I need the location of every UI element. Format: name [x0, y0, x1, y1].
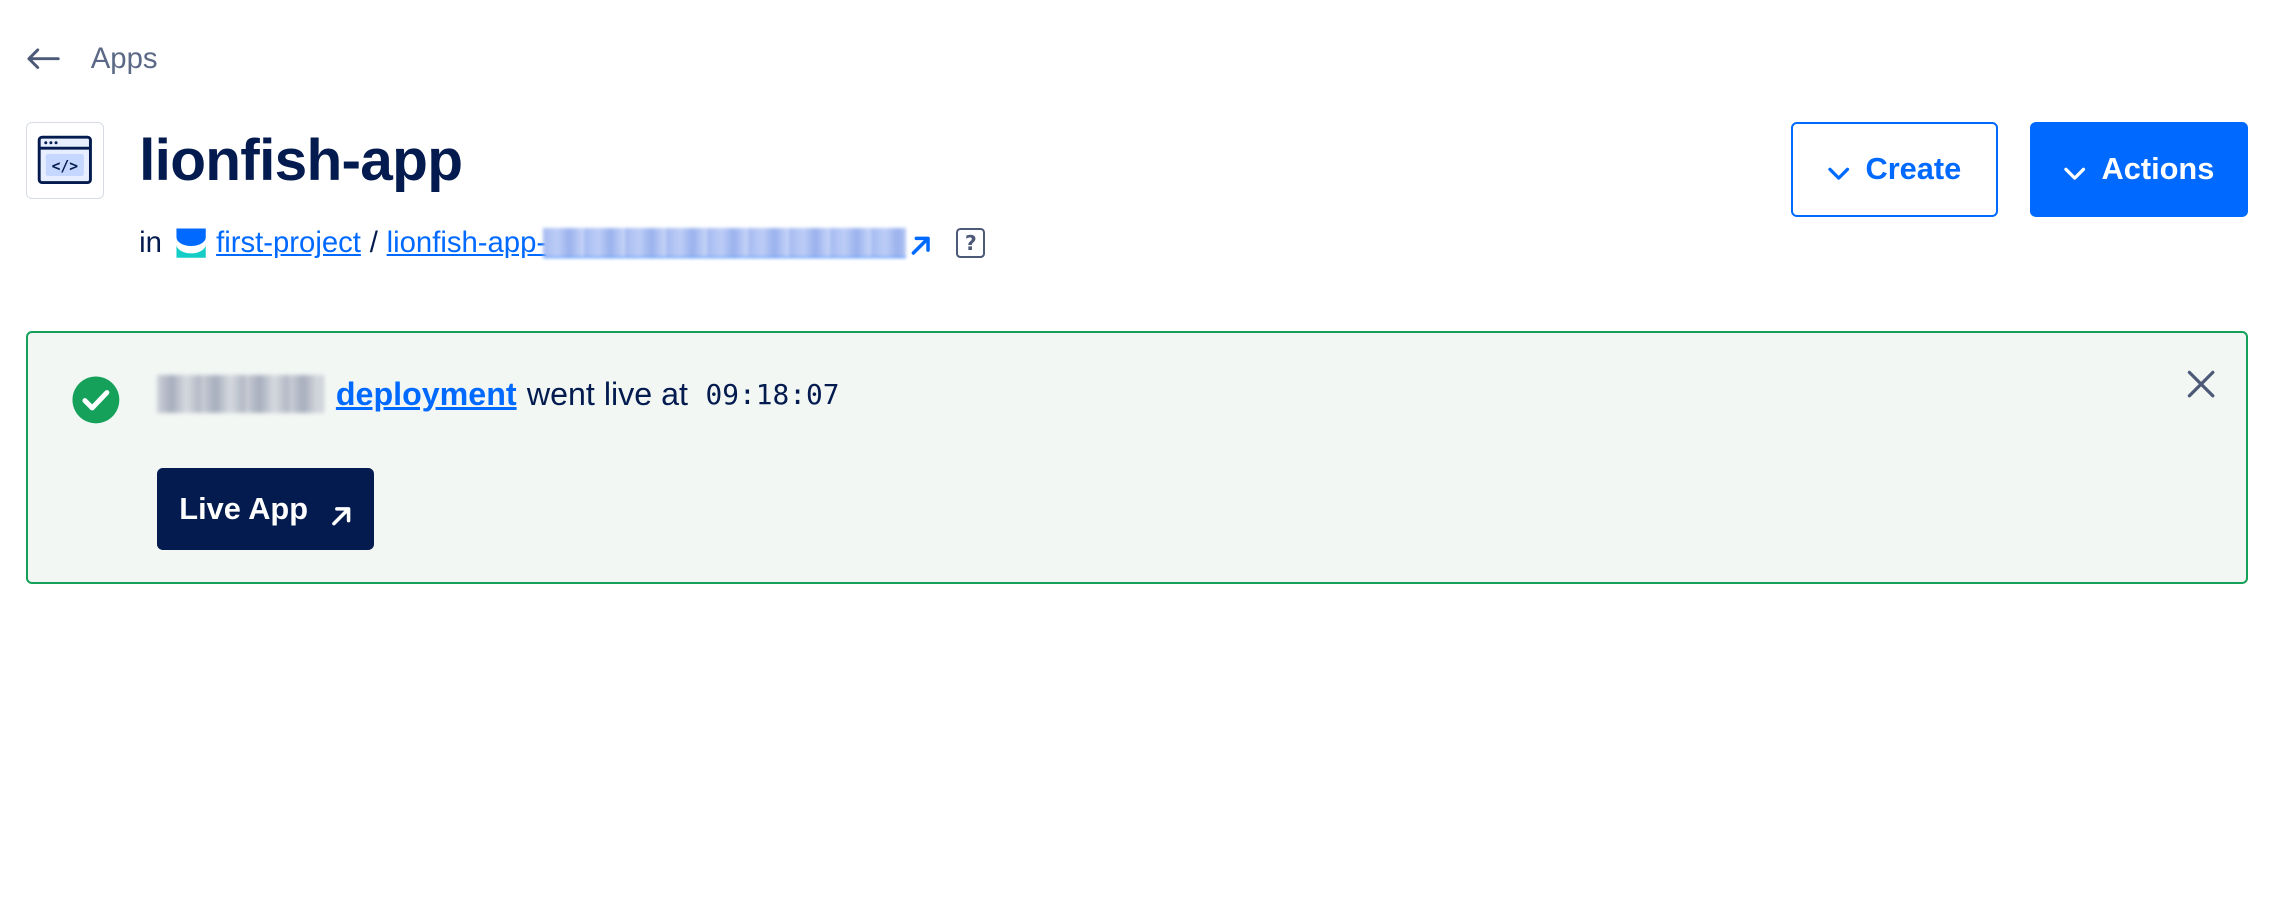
path-separator: / [369, 226, 378, 260]
create-button[interactable]: Create [1791, 121, 1998, 217]
live-app-button[interactable]: Live App [157, 467, 374, 550]
live-app-label: Live App [179, 490, 308, 526]
svg-text:</>: </> [52, 158, 79, 175]
app-url-link[interactable]: lionfish-app- [387, 226, 547, 260]
redacted-user [157, 375, 325, 414]
project-stack-icon [175, 227, 207, 259]
chevron-down-icon [1827, 157, 1850, 180]
actions-button[interactable]: Actions [2029, 121, 2248, 217]
deployment-link[interactable]: deployment [336, 376, 517, 413]
notice-message: deployment went live at 09:18:07 [157, 373, 839, 417]
close-icon[interactable] [2185, 368, 2217, 400]
help-icon[interactable]: ? [956, 228, 986, 258]
breadcrumb-apps-link[interactable]: Apps [91, 42, 158, 76]
arrow-left-icon[interactable] [26, 44, 64, 73]
chevron-down-icon [2063, 157, 2086, 180]
project-link[interactable]: first-project [216, 226, 361, 260]
check-circle-icon [71, 375, 121, 425]
actions-label: Actions [2101, 151, 2215, 187]
app-detail-page: Apps </> lionfish-app in first-project /… [0, 0, 2270, 917]
in-label: in [139, 226, 162, 260]
deployment-notice: deployment went live at 09:18:07 Live Ap… [26, 330, 2248, 585]
page-title: lionfish-app [139, 128, 463, 194]
deploy-time: 09:18:07 [705, 377, 840, 411]
notice-text: went live at [526, 375, 688, 412]
create-label: Create [1865, 151, 1962, 187]
arrow-up-right-icon [331, 498, 352, 526]
external-link-icon[interactable] [909, 231, 932, 255]
code-window-icon: </> [26, 121, 104, 200]
breadcrumb: Apps [26, 38, 158, 79]
redacted-url[interactable] [543, 227, 907, 259]
project-path: in first-project / lionfish-app- ? [139, 223, 986, 264]
